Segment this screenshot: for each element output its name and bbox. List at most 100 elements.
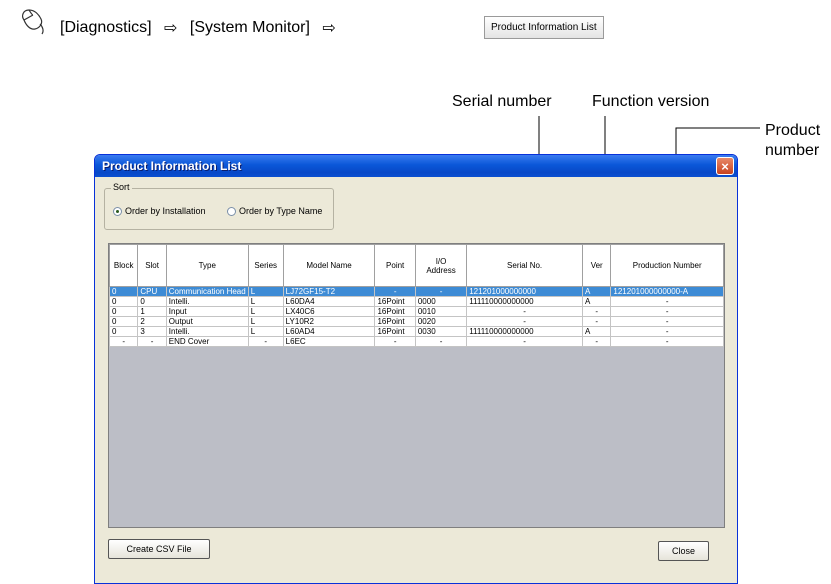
table-cell: 0030	[414, 326, 468, 337]
table-cell: LX40C6	[282, 306, 376, 317]
table-cell: Communication Head	[165, 286, 249, 297]
column-header[interactable]: Production Number	[610, 244, 724, 287]
radio-unselected-icon	[227, 207, 236, 217]
table-cell: 0	[109, 286, 139, 297]
product-table-container: Block Slot Type Series Model Name Point I/O Ad…	[108, 243, 725, 528]
table-cell: 16Point	[374, 306, 416, 317]
table-cell: -	[610, 336, 724, 347]
radio-order-by-installation[interactable]: Order by Installation	[113, 206, 206, 217]
table-cell: 121201000000000	[466, 286, 583, 297]
table-cell: L	[247, 296, 284, 307]
table-cell: -	[137, 336, 167, 347]
column-header[interactable]: Slot	[137, 244, 167, 287]
table-cell: 0000	[414, 296, 468, 307]
table-cell: Intelli.	[165, 326, 249, 337]
table-cell: -	[109, 336, 139, 347]
table-cell: A	[581, 326, 612, 337]
column-header[interactable]: Model Name	[282, 244, 376, 287]
table-cell: LY10R2	[282, 316, 376, 327]
table-cell: A	[581, 286, 612, 297]
column-header[interactable]: Block	[109, 244, 139, 287]
table-cell: L	[247, 286, 284, 297]
table-cell: -	[247, 336, 284, 347]
sort-legend: Sort	[111, 182, 132, 192]
table-cell: Output	[165, 316, 249, 327]
close-button[interactable]: Close	[658, 541, 709, 561]
table-cell: 121201000000000-A	[610, 286, 724, 297]
table-cell: 0	[109, 306, 139, 317]
table-cell: 111110000000000	[466, 326, 583, 337]
table-cell: -	[414, 286, 468, 297]
table-cell: -	[581, 306, 612, 317]
table-cell: 0	[109, 316, 139, 327]
callout-product-number-1: Product	[765, 122, 821, 139]
radio-label: Order by Type Name	[239, 206, 323, 216]
table-cell: Input	[165, 306, 249, 317]
table-cell: L60DA4	[282, 296, 376, 307]
table-cell: -	[374, 336, 416, 347]
table-cell: END Cover	[165, 336, 249, 347]
table-cell: -	[374, 286, 416, 297]
table-cell: -	[414, 336, 468, 347]
column-header[interactable]: Serial No.	[466, 244, 583, 287]
radio-order-by-type-name[interactable]: Order by Type Name	[227, 206, 323, 217]
table-cell: 3	[137, 326, 167, 337]
mouse-icon	[22, 9, 44, 35]
table-cell: L	[247, 306, 284, 317]
path-diagnostics: [Diagnostics]	[60, 19, 152, 36]
create-csv-file-button[interactable]: Create CSV File	[108, 539, 210, 559]
arrow-icon: ⇨	[322, 20, 336, 37]
table-cell: 16Point	[374, 326, 416, 337]
product-table: Block Slot Type Series Model Name Point I/O Ad…	[109, 244, 724, 347]
dialog-titlebar: Product Information List ×	[95, 155, 737, 177]
column-header[interactable]: Ver	[581, 244, 612, 287]
table-cell: -	[466, 306, 583, 317]
column-header[interactable]: Series	[247, 244, 284, 287]
column-header[interactable]: I/O Address	[414, 244, 468, 287]
table-row[interactable]: 0 3 Intelli. L L60AD4 16Point 0030 111110000000…	[109, 326, 724, 337]
table-cell: -	[581, 336, 612, 347]
table-cell: -	[466, 336, 583, 347]
table-cell: 2	[137, 316, 167, 327]
close-icon[interactable]: ×	[716, 157, 734, 175]
table-cell: LJ72GF15-T2	[282, 286, 376, 297]
arrow-icon: ⇨	[164, 20, 178, 37]
table-cell: -	[466, 316, 583, 327]
table-cell: CPU	[137, 286, 167, 297]
table-cell: L60AD4	[282, 326, 376, 337]
table-cell: 0020	[414, 316, 468, 327]
sort-group: Sort Order by Installation Order by Type…	[104, 182, 334, 230]
callout-function-version: Function version	[592, 93, 710, 110]
table-cell: -	[610, 306, 724, 317]
table-cell: 0010	[414, 306, 468, 317]
radio-selected-icon	[113, 207, 122, 217]
table-cell: 1	[137, 306, 167, 317]
table-cell: -	[581, 316, 612, 327]
table-row[interactable]: - - END Cover - L6EC - - - - -	[109, 336, 724, 347]
table-cell: -	[610, 316, 724, 327]
callout-product-number-2: number	[765, 142, 820, 159]
table-row[interactable]: 0 CPU Communication Head L LJ72GF15-T2- -1212…	[109, 286, 724, 297]
table-row[interactable]: 0 2 Output L LY10R2 16Point 0020- - -	[109, 316, 724, 327]
table-cell: Intelli.	[165, 296, 249, 307]
navigation-path: [Diagnostics] ⇨ [System Monitor] ⇨ Produ…	[0, 0, 831, 50]
table-row[interactable]: 0 1 Input L LX40C6 16Point 0010- - -	[109, 306, 724, 317]
dialog-title: Product Information List	[102, 159, 242, 173]
table-cell: L6EC	[282, 336, 376, 347]
product-information-list-button[interactable]: Product Information List	[484, 16, 604, 39]
table-cell: 16Point	[374, 316, 416, 327]
table-cell: 111110000000000	[466, 296, 583, 307]
product-information-dialog: Product Information List × Sort Order by…	[94, 154, 738, 584]
column-header[interactable]: Type	[165, 244, 249, 287]
table-cell: -	[610, 326, 724, 337]
table-cell: 0	[137, 296, 167, 307]
table-cell: 16Point	[374, 296, 416, 307]
column-header[interactable]: Point	[374, 244, 416, 287]
table-row[interactable]: 0 0 Intelli. L L60DA4 16Point 0000 111110000000…	[109, 296, 724, 307]
callout-serial-number: Serial number	[452, 93, 552, 110]
table-cell: A	[581, 296, 612, 307]
table-cell: -	[610, 296, 724, 307]
table-cell: 0	[109, 326, 139, 337]
table-cell: L	[247, 326, 284, 337]
radio-label: Order by Installation	[125, 206, 206, 216]
